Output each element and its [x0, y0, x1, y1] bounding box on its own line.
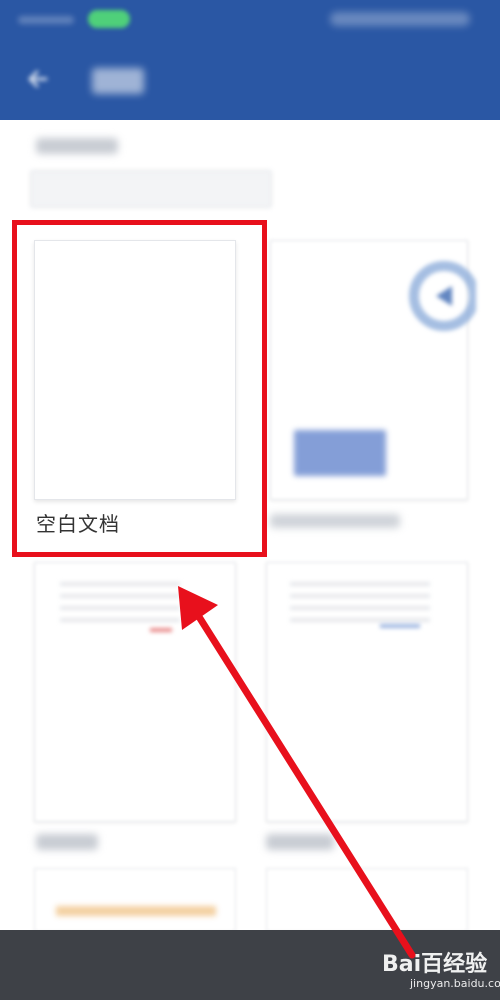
- annotation-arrow: [178, 586, 416, 959]
